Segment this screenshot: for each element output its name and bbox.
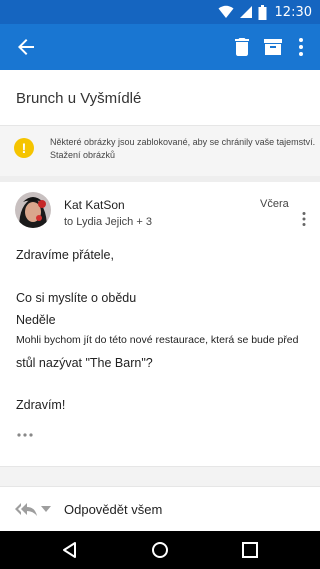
status-time: 12:30 [274,4,312,20]
divider [0,176,320,182]
archive-icon[interactable] [261,35,285,59]
home-nav-icon[interactable] [150,540,170,560]
body-line: Neděle [16,313,56,327]
download-images-link[interactable]: Stažení obrázků [50,149,316,162]
avatar[interactable] [15,192,51,228]
status-bar: 12:30 [0,0,320,24]
warning-text: Některé obrázky jsou zablokované, aby se… [50,137,316,147]
reply-all-label: Odpovědět všem [64,502,163,517]
warning-icon: ! [14,138,34,158]
reply-all-icon [15,503,37,516]
back-nav-icon[interactable] [60,540,80,560]
arrow-back-icon[interactable] [14,35,38,59]
reply-all-button[interactable]: Odpovědět všem [0,486,320,531]
divider [0,466,320,486]
body-line: stůl nazývat "The Barn"? [16,356,153,370]
chevron-down-icon[interactable] [41,505,51,513]
subject-bar: Brunch u Vyšmídlé [0,70,320,126]
body-greeting: Zdravíme přátele, [16,248,114,262]
delete-icon[interactable] [230,35,254,59]
battery-icon [258,4,267,20]
navigation-bar [0,531,320,569]
recipients[interactable]: to Lydia Jejich + 3 [64,216,152,228]
sender-name: Kat KatSon [64,198,125,212]
show-more-icon[interactable] [14,430,36,440]
body-line: Co si myslíte o obědu [16,291,137,305]
more-vert-icon[interactable] [289,35,313,59]
message-more-icon[interactable] [295,210,313,228]
signal-icon [239,6,252,18]
body-closing: Zdravím! [16,398,66,412]
body-line: Mohli bychom jít do této nové restaurace… [16,334,299,346]
recents-nav-icon[interactable] [240,540,260,560]
wifi-icon [218,5,234,18]
message-date: Včera [260,198,289,210]
app-bar [0,24,320,70]
blocked-images-banner: ! Některé obrázky jsou zablokované, aby … [0,126,320,176]
message-subject: Brunch u Vyšmídlé [16,90,142,107]
